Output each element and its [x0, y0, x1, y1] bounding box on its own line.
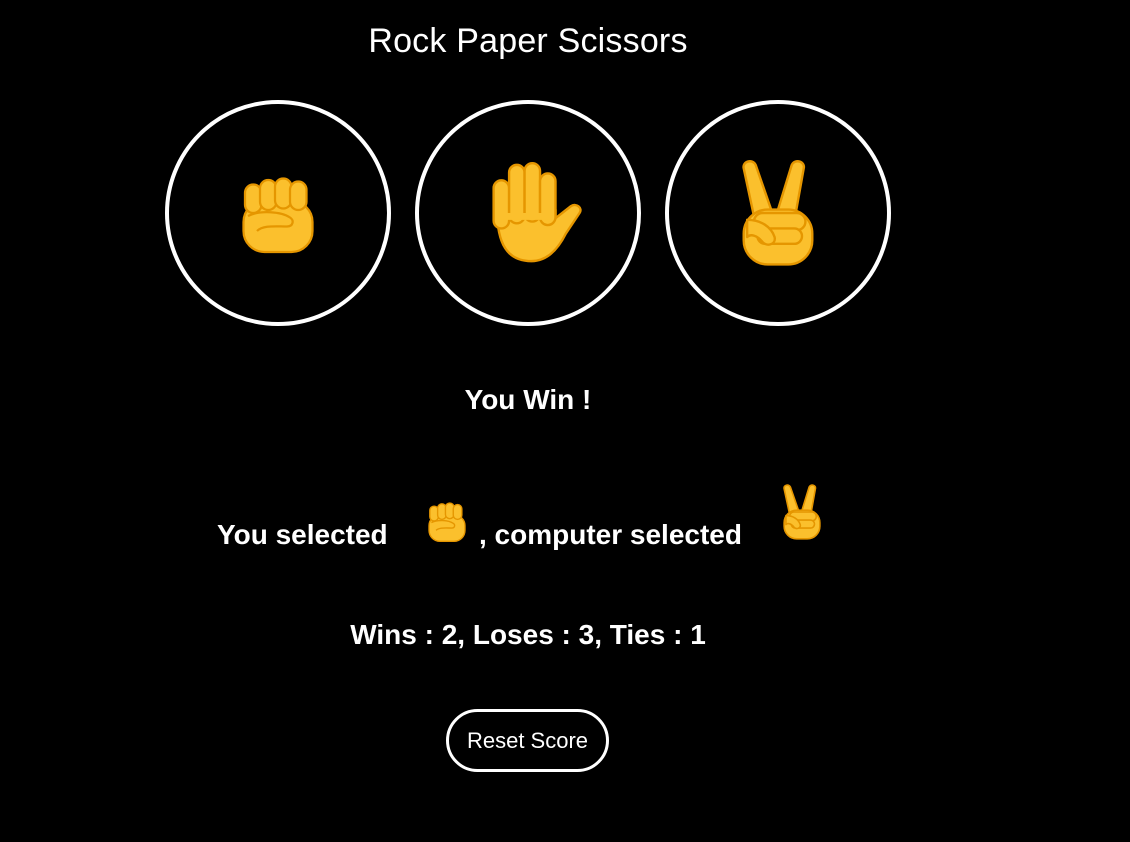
- raised-hand-icon: [492, 161, 582, 263]
- score-display: Wins : 2, Loses : 3, Ties : 1: [350, 619, 706, 650]
- computer-selection-label: , computer selected: [479, 519, 742, 550]
- user-selection-label: You selected: [217, 519, 388, 550]
- raised-fist-icon: [422, 496, 472, 557]
- raised-fist-icon: [242, 177, 314, 254]
- game-page: Rock Paper Scissors You Win ! You select…: [0, 0, 1130, 842]
- victory-hand-icon: [777, 482, 827, 553]
- victory-hand-icon: [742, 160, 814, 266]
- paper-button[interactable]: [415, 100, 641, 326]
- result-message: You Win !: [464, 384, 592, 415]
- reset-score-button[interactable]: Reset Score: [446, 709, 609, 772]
- page-title: Rock Paper Scissors: [368, 22, 688, 60]
- selection-summary: You selected , computer selected: [217, 480, 917, 560]
- rock-button[interactable]: [165, 100, 391, 326]
- choice-buttons: [165, 100, 891, 326]
- scissors-button[interactable]: [665, 100, 891, 326]
